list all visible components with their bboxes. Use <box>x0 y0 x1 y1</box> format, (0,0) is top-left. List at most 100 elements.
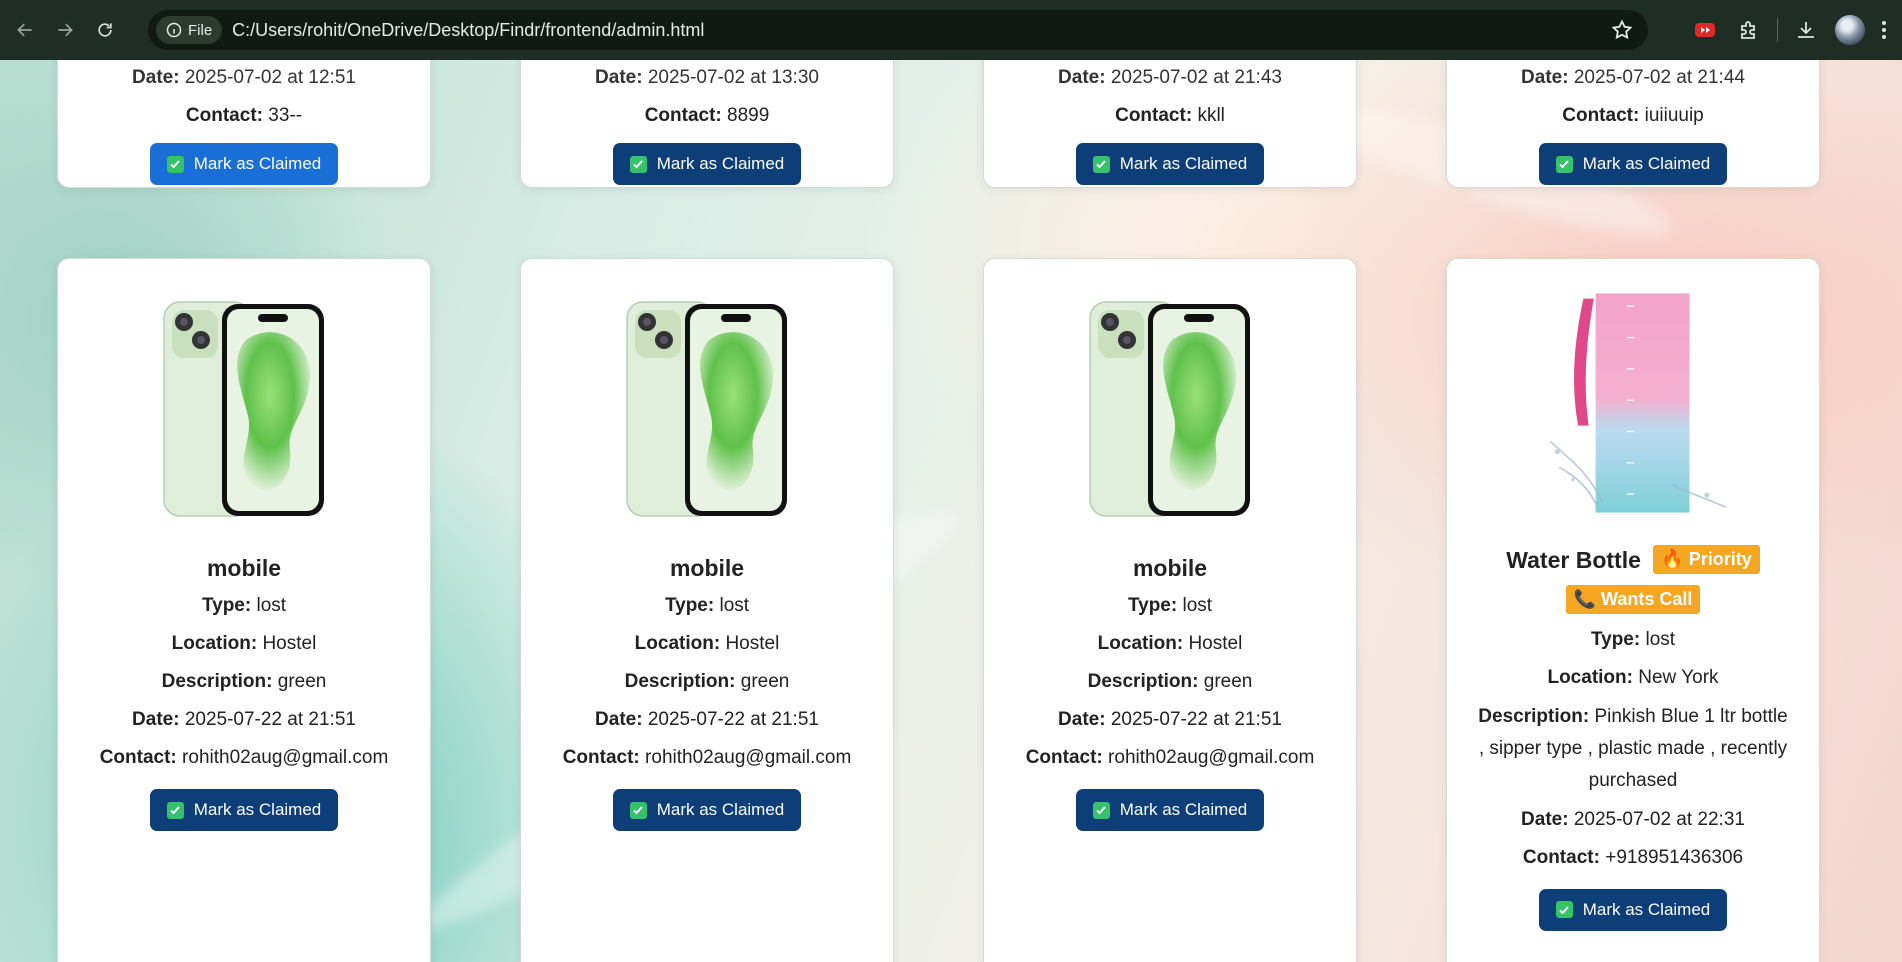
description-label: Description: <box>1087 671 1199 692</box>
checkmark-icon <box>1092 155 1110 173</box>
item-title: Water Bottle <box>1506 546 1641 573</box>
profile-avatar[interactable] <box>1828 8 1872 52</box>
item-card: mobile Type: lost Location: Hostel Descr… <box>983 258 1357 962</box>
type-value: lost <box>256 595 287 616</box>
date-label: Date: <box>1521 808 1569 830</box>
type-value: lost <box>1645 628 1676 650</box>
type-label: Type: <box>664 595 715 616</box>
contact-label: Contact: <box>185 105 263 126</box>
mark-claimed-label: Mark as Claimed <box>193 154 322 173</box>
description-value: green <box>277 671 327 692</box>
contact-value: iuiiuuip <box>1644 105 1704 126</box>
description-label: Description: <box>1478 705 1590 727</box>
menu-kebab-icon[interactable] <box>1872 21 1896 39</box>
site-chip-label: File <box>188 21 213 39</box>
mark-claimed-label: Mark as Claimed <box>1582 899 1711 919</box>
location-label: Location: <box>1097 633 1184 654</box>
checkmark-icon <box>166 801 184 819</box>
contact-label: Contact: <box>99 747 177 768</box>
contact-label: Contact: <box>1115 105 1193 126</box>
mark-claimed-label: Mark as Claimed <box>656 800 785 819</box>
location-value: Hostel <box>725 633 780 654</box>
item-title: mobile <box>669 555 745 581</box>
bookmark-star-icon[interactable] <box>1610 18 1634 42</box>
location-label: Location: <box>1547 666 1633 688</box>
date-label: Date: <box>1058 67 1106 88</box>
green-smartphone-image <box>626 301 787 517</box>
url-text[interactable]: C:/Users/rohit/OneDrive/Desktop/Findr/fr… <box>232 20 704 41</box>
contact-label: Contact: <box>644 105 722 126</box>
contact-label: Contact: <box>562 747 640 768</box>
type-label: Type: <box>1127 595 1178 616</box>
item-image <box>1533 277 1733 529</box>
back-icon[interactable] <box>10 15 40 45</box>
item-title-row: Water Bottle 🔥 Priority 📞 Wants Call <box>1447 539 1819 617</box>
mark-claimed-button[interactable]: Mark as Claimed <box>150 789 338 831</box>
contact-value: 33-- <box>268 105 303 126</box>
description-value: green <box>740 671 790 692</box>
type-label: Type: <box>201 595 252 616</box>
date-value: 2025-07-02 at 22:31 <box>1573 808 1745 830</box>
mark-claimed-button[interactable]: Mark as Claimed <box>1539 888 1727 931</box>
date-value: 2025-07-22 at 21:51 <box>647 709 819 730</box>
mark-claimed-label: Mark as Claimed <box>1119 154 1248 173</box>
mark-claimed-label: Mark as Claimed <box>1119 800 1248 819</box>
date-value: 2025-07-02 at 12:51 <box>184 67 356 88</box>
location-value: Hostel <box>262 633 317 654</box>
item-card: mobile Type: lost Location: Hostel Descr… <box>57 258 431 962</box>
type-label: Type: <box>1590 628 1641 650</box>
green-smartphone-image <box>163 301 324 517</box>
youtube-extension-icon[interactable] <box>1683 8 1727 52</box>
contact-value: rohith02aug@gmail.com <box>645 747 852 768</box>
date-label: Date: <box>1058 709 1106 730</box>
item-title: mobile <box>206 555 282 581</box>
mark-claimed-button[interactable]: Mark as Claimed <box>613 143 801 185</box>
checkmark-icon <box>1555 155 1573 173</box>
mark-claimed-button[interactable]: Mark as Claimed <box>1539 143 1727 185</box>
contact-label: Contact: <box>1522 846 1600 868</box>
date-label: Date: <box>1521 67 1569 88</box>
contact-value: 8899 <box>727 105 770 126</box>
download-icon[interactable] <box>1784 8 1828 52</box>
mark-claimed-button[interactable]: Mark as Claimed <box>1076 789 1264 831</box>
type-value: lost <box>1182 595 1213 616</box>
extensions-puzzle-icon[interactable] <box>1727 8 1771 52</box>
date-label: Date: <box>595 709 643 730</box>
mark-claimed-button[interactable]: Mark as Claimed <box>1076 143 1264 185</box>
item-card: Date: 2025-07-02 at 12:51 Contact: 33-- … <box>57 60 431 188</box>
item-card: Water Bottle 🔥 Priority 📞 Wants Call Typ… <box>1446 258 1820 962</box>
admin-page[interactable]: Date: 2025-07-02 at 12:51 Contact: 33-- … <box>0 60 1902 962</box>
forward-icon[interactable] <box>50 15 80 45</box>
location-value: New York <box>1638 666 1719 688</box>
item-image <box>607 279 807 539</box>
date-value: 2025-07-02 at 21:43 <box>1110 67 1282 88</box>
item-card: mobile Type: lost Location: Hostel Descr… <box>520 258 894 962</box>
contact-label: Contact: <box>1025 747 1103 768</box>
checkmark-icon <box>629 801 647 819</box>
mark-claimed-label: Mark as Claimed <box>656 154 785 173</box>
location-label: Location: <box>171 633 258 654</box>
mark-claimed-label: Mark as Claimed <box>193 800 322 819</box>
green-smartphone-image <box>1089 301 1250 517</box>
location-label: Location: <box>634 633 721 654</box>
item-card: Date: 2025-07-02 at 13:30 Contact: 8899 … <box>520 60 894 188</box>
date-label: Date: <box>595 67 643 88</box>
location-value: Hostel <box>1188 633 1243 654</box>
item-image <box>144 279 344 539</box>
checkmark-icon <box>1092 801 1110 819</box>
address-bar[interactable]: File C:/Users/rohit/OneDrive/Desktop/Fin… <box>148 10 1648 50</box>
contact-value: kkll <box>1197 105 1225 126</box>
description-label: Description: <box>624 671 736 692</box>
browser-toolbar: File C:/Users/rohit/OneDrive/Desktop/Fin… <box>0 0 1902 60</box>
site-info-chip[interactable]: File <box>156 16 223 44</box>
date-value: 2025-07-02 at 13:30 <box>647 67 819 88</box>
date-label: Date: <box>132 709 180 730</box>
date-value: 2025-07-22 at 21:51 <box>1110 709 1282 730</box>
avatar <box>1835 15 1865 45</box>
mark-claimed-button[interactable]: Mark as Claimed <box>613 789 801 831</box>
reload-icon[interactable] <box>90 15 120 45</box>
item-card: Date: 2025-07-02 at 21:44 Contact: iuiiu… <box>1446 60 1820 188</box>
mark-claimed-button[interactable]: Mark as Claimed <box>150 143 338 185</box>
mark-claimed-label: Mark as Claimed <box>1582 154 1711 173</box>
item-card: Date: 2025-07-02 at 21:43 Contact: kkll … <box>983 60 1357 188</box>
